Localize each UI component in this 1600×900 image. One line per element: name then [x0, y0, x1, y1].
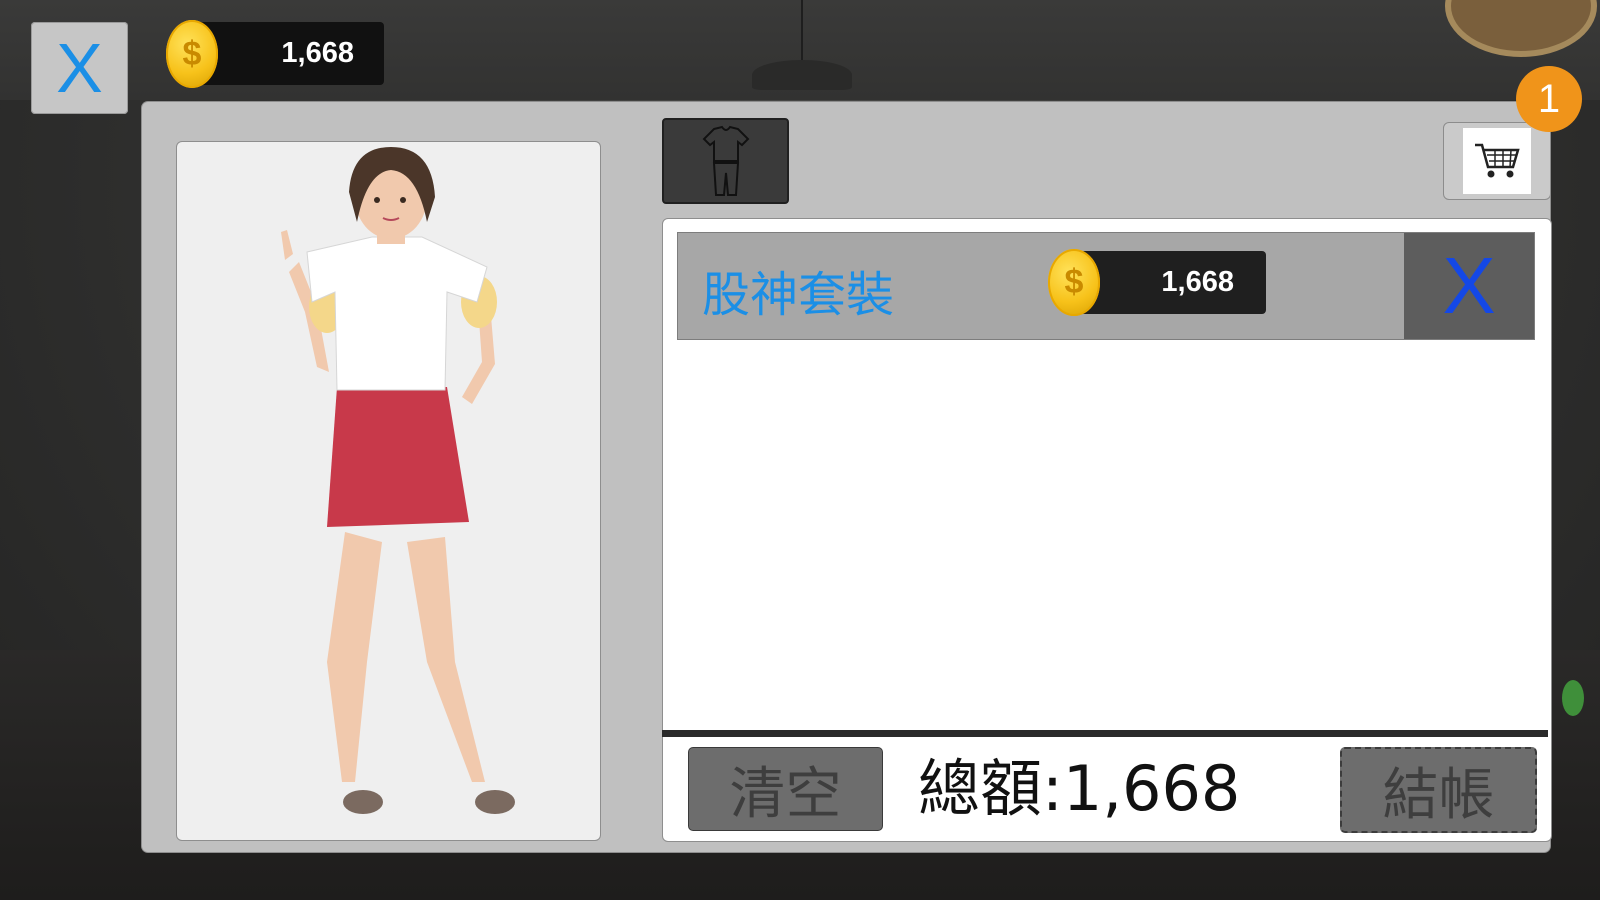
clear-cart-button[interactable]: 清空: [688, 747, 883, 831]
cart-item-name: 股神套裝: [702, 267, 895, 323]
cart-item-price: 1,668: [1074, 251, 1266, 314]
cart-item-row: 股神套裝 1,668 $ X: [677, 232, 1535, 340]
coin-icon: $: [1048, 249, 1100, 316]
close-button[interactable]: X: [31, 22, 128, 114]
outfit-icon: [702, 125, 749, 196]
outfit-tab[interactable]: [662, 118, 789, 204]
cart-count-badge: 1: [1516, 66, 1582, 132]
currency-amount: 1,668: [281, 37, 354, 69]
total-amount: 總額:1,668: [918, 752, 1241, 825]
remove-item-button[interactable]: X: [1404, 233, 1534, 339]
close-label: X: [56, 29, 103, 107]
lamp-cord: [801, 0, 803, 62]
footer-divider: [662, 730, 1548, 737]
checkout-button[interactable]: 結帳: [1340, 747, 1537, 833]
character-preview: [176, 141, 601, 841]
background-plant: [1562, 680, 1584, 716]
character-figure: [281, 147, 515, 814]
coin-icon: $: [166, 20, 218, 88]
cart-button[interactable]: [1443, 122, 1551, 200]
ceiling-lamp: [752, 60, 852, 90]
cart-icon: [1475, 143, 1520, 178]
